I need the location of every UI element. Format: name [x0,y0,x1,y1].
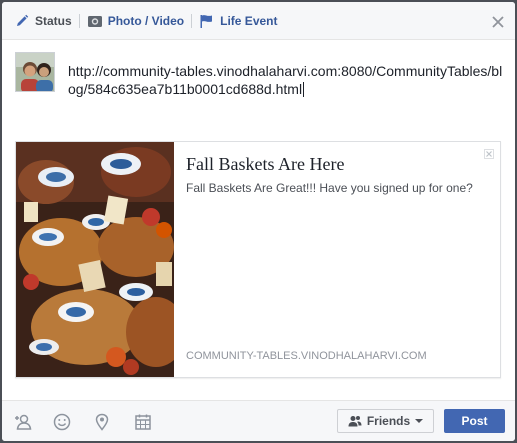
location-pin-icon[interactable] [93,413,111,431]
composer-footer: Friends Post [2,400,515,441]
flag-icon [199,13,215,29]
link-preview-card[interactable]: Fall Baskets Are Here Fall Baskets Are G… [15,141,501,378]
composer-tabs: Status Photo / Video Life Event [2,2,515,40]
tab-life-event-label: Life Event [220,13,278,28]
tag-people-icon[interactable] [14,413,32,431]
status-input-text: http://community-tables.vinodhalaharvi.c… [68,63,503,97]
audience-label: Friends [366,414,411,428]
status-input[interactable]: http://community-tables.vinodhalaharvi.c… [68,62,504,98]
remove-preview-close-icon[interactable] [484,148,494,159]
tab-photo-video-label: Photo / Video [107,13,185,28]
tab-photo-video[interactable]: Photo / Video [87,2,184,40]
camera-icon [87,13,103,29]
close-icon[interactable] [491,15,505,29]
smiley-icon[interactable] [53,413,71,431]
avatar [15,52,55,92]
post-composer: Status Photo / Video Life Event http://c… [2,2,515,441]
tab-life-event[interactable]: Life Event [199,2,278,40]
tab-status-label: Status [35,13,72,28]
tab-divider [78,13,80,28]
chevron-down-icon [415,419,424,423]
link-preview-title[interactable]: Fall Baskets Are Here [186,154,344,175]
friends-icon [348,415,362,427]
post-button[interactable]: Post [444,409,505,433]
tab-divider [191,13,193,28]
pencil-icon [14,13,30,29]
link-preview-domain: COMMUNITY-TABLES.VINODHALAHARVI.COM [186,350,427,362]
link-preview-image [16,142,174,377]
tab-status[interactable]: Status [14,2,72,40]
text-caret [303,82,305,97]
calendar-icon[interactable] [134,413,152,431]
link-preview-description: Fall Baskets Are Great!!! Have you signe… [186,181,473,195]
audience-selector-button[interactable]: Friends [337,409,434,433]
